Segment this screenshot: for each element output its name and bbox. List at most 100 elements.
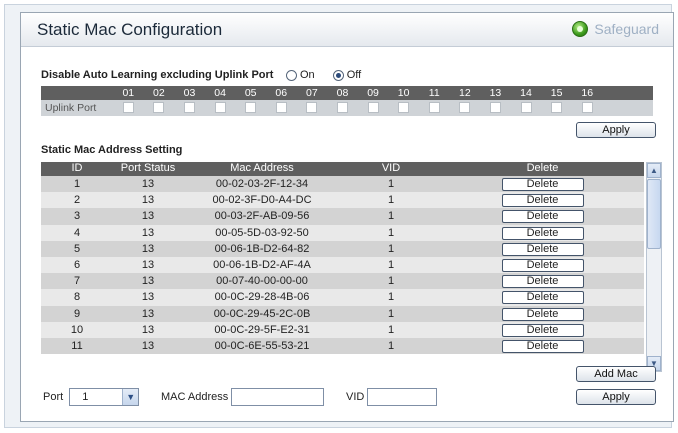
port-number: 11 <box>428 87 440 99</box>
row-mac-address: 00-0C-29-28-4B-06 <box>214 291 310 304</box>
static-mac-section-label: Static Mac Address Setting <box>41 144 183 156</box>
port-select[interactable]: 1 ▼ <box>69 388 140 406</box>
row-port-status: 13 <box>141 275 155 288</box>
row-id: 11 <box>71 339 83 352</box>
row-port-status: 13 <box>141 178 155 190</box>
radio-off[interactable]: Off <box>332 69 362 81</box>
port-number: 02 <box>153 87 165 99</box>
delete-button[interactable]: Delete <box>501 307 584 321</box>
mac-field-group: MAC Address <box>161 388 325 406</box>
uplink-port-checkbox-cell <box>541 100 572 116</box>
port-number: 15 <box>550 87 563 99</box>
delete-button[interactable]: Delete <box>501 226 584 240</box>
delete-button[interactable]: Delete <box>501 242 584 256</box>
row-port-status: 13 <box>141 339 155 352</box>
vid-input[interactable] <box>367 388 438 406</box>
safeguard-status-icon <box>572 21 589 37</box>
delete-button[interactable]: Delete <box>501 210 584 224</box>
radio-on-circle[interactable] <box>286 69 297 81</box>
uplink-port-checkbox-cell <box>327 100 358 116</box>
uplink-port-checkbox[interactable] <box>489 102 501 113</box>
table-row: 1 13 00-02-03-2F-12-34 1 Delete <box>41 176 644 193</box>
delete-button[interactable]: Delete <box>501 291 584 305</box>
row-delete-cell: Delete <box>441 322 644 338</box>
delete-button[interactable]: Delete <box>501 323 584 337</box>
col-port-status: Port Status <box>120 162 176 174</box>
delete-button[interactable]: Delete <box>501 339 584 353</box>
row-port-status: 13 <box>141 258 155 271</box>
vid-field-group: VID <box>346 388 438 406</box>
uplink-port-checkbox[interactable] <box>183 102 195 113</box>
row-mac-address: 00-0C-29-5F-E2-31 <box>214 323 310 336</box>
row-vid: 1 <box>387 339 395 352</box>
table-row: 10 13 00-0C-29-5F-E2-31 1 Delete <box>41 321 644 338</box>
row-id: 2 <box>73 194 81 207</box>
uplink-port-checkbox-cell <box>235 100 266 116</box>
uplink-port-checkbox[interactable] <box>214 102 226 113</box>
delete-button[interactable]: Delete <box>501 194 584 208</box>
row-delete-cell: Delete <box>441 192 644 208</box>
uplink-port-checkbox-cell <box>174 100 205 116</box>
table-row: 8 13 00-0C-29-28-4B-06 1 Delete <box>41 289 644 306</box>
scroll-up-icon[interactable]: ▲ <box>647 163 661 178</box>
row-mac-address: 00-06-1B-D2-64-82 <box>214 242 310 255</box>
uplink-port-checkbox-cell <box>266 100 297 116</box>
uplink-port-checkbox-cell <box>358 100 389 116</box>
uplink-port-checkbox[interactable] <box>306 102 318 113</box>
row-mac-address: 00-05-5D-03-92-50 <box>215 226 309 239</box>
uplink-port-checkbox[interactable] <box>245 102 257 113</box>
add-mac-button[interactable]: Add Mac <box>576 366 656 382</box>
uplink-port-checkbox[interactable] <box>459 102 471 113</box>
row-id: 4 <box>73 226 81 239</box>
uplink-port-checkbox[interactable] <box>428 102 440 113</box>
delete-button[interactable]: Delete <box>501 178 584 191</box>
row-port-status: 13 <box>141 242 155 255</box>
radio-off-circle[interactable] <box>332 69 344 81</box>
uplink-port-checkbox[interactable] <box>581 102 593 113</box>
row-mac-address: 00-03-2F-AB-09-56 <box>214 210 310 223</box>
uplink-port-checkbox[interactable] <box>153 102 165 113</box>
static-mac-table: ID Port Status Mac Address VID Delete 11… <box>41 162 644 373</box>
uplink-port-checkbox[interactable] <box>551 102 563 113</box>
uplink-port-checkbox[interactable] <box>520 102 532 113</box>
port-field-group: Port 1 ▼ <box>43 388 140 406</box>
uplink-port-checkbox[interactable] <box>367 102 379 113</box>
row-port-status: 13 <box>141 307 155 320</box>
row-id: 5 <box>73 242 81 255</box>
table-row: 4 13 00-05-5D-03-92-50 1 Delete <box>41 224 644 241</box>
auto-learning-radio-group: On Off <box>286 69 379 81</box>
port-label: Port <box>43 391 64 403</box>
uplink-port-checkbox[interactable] <box>275 102 287 113</box>
apply-mac-button[interactable]: Apply <box>576 389 656 405</box>
row-id: 8 <box>73 291 81 304</box>
row-delete-cell: Delete <box>441 225 644 241</box>
row-mac-address: 00-07-40-00-00-00 <box>216 275 308 288</box>
row-vid: 1 <box>387 323 395 336</box>
col-id: ID <box>71 162 83 174</box>
chevron-down-icon[interactable]: ▼ <box>122 389 139 405</box>
row-id: 1 <box>73 178 81 190</box>
row-id: 9 <box>73 307 81 320</box>
row-port-status: 13 <box>141 323 155 336</box>
row-port-status: 13 <box>141 226 155 239</box>
safeguard-label: Safeguard <box>594 21 659 37</box>
table-row: 5 13 00-06-1B-D2-64-82 1 Delete <box>41 240 644 257</box>
row-mac-address: 00-0C-29-45-2C-0B <box>213 307 311 320</box>
table-row: 11 13 00-0C-6E-55-53-21 1 Delete <box>41 337 644 355</box>
uplink-port-row: Uplink Port <box>41 100 653 116</box>
port-number: 05 <box>244 87 257 99</box>
table-scrollbar[interactable]: ▲ ▼ <box>646 162 662 372</box>
radio-off-label: Off <box>346 69 362 81</box>
scroll-thumb[interactable] <box>647 179 661 249</box>
uplink-port-checkbox[interactable] <box>336 102 348 113</box>
apply-uplink-button[interactable]: Apply <box>576 122 656 138</box>
table-body: 1 13 00-02-03-2F-12-34 1 Delete 2 13 00-02-3F-D… <box>41 176 644 373</box>
row-port-status: 13 <box>141 194 155 207</box>
uplink-port-checkbox[interactable] <box>122 102 134 113</box>
radio-on[interactable]: On <box>286 69 315 81</box>
mac-address-input[interactable] <box>231 388 325 406</box>
delete-button[interactable]: Delete <box>501 258 584 272</box>
delete-button[interactable]: Delete <box>501 275 584 289</box>
uplink-port-checkbox[interactable] <box>398 102 410 113</box>
row-delete-cell: Delete <box>441 273 644 289</box>
